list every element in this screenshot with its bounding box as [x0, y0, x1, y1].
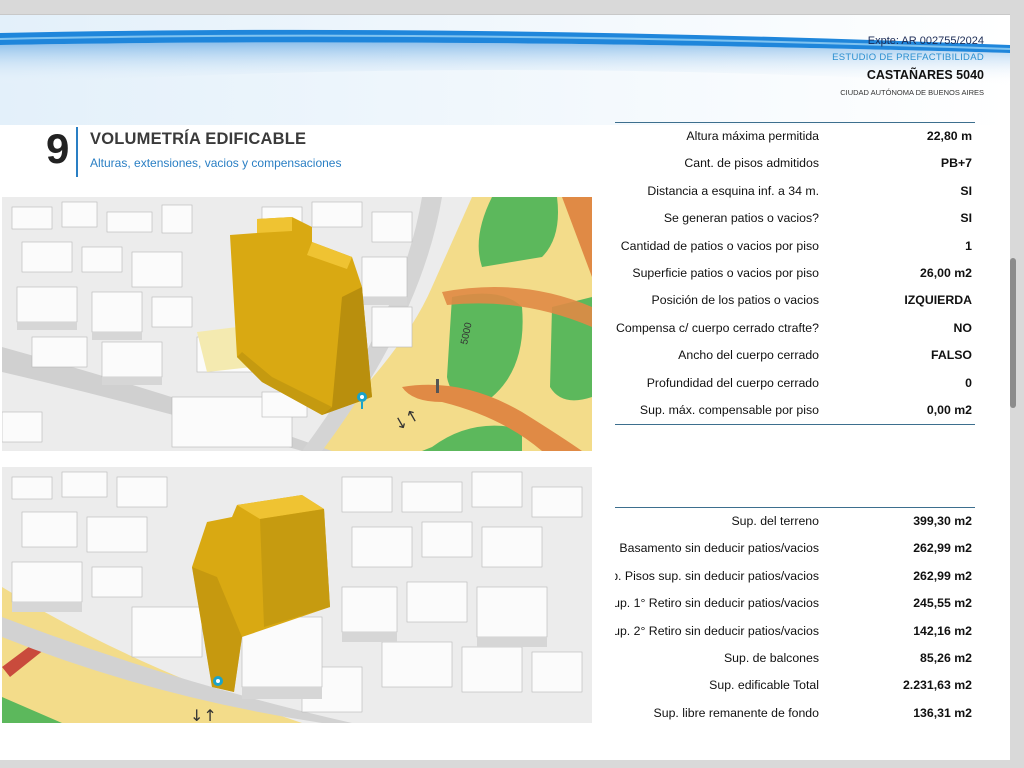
row-label: Altura máxima permitida [686, 129, 819, 143]
table-row: Se generan patios o vacios? SI [615, 205, 975, 232]
table-row: Profundidad del cuerpo cerrado 0 [615, 370, 975, 397]
row-value: PB+7 [940, 156, 972, 171]
property-address: CASTAÑARES 5040 [866, 68, 984, 82]
row-value: 0 [965, 375, 972, 390]
table-row: Cantidad de patios o vacios por piso 1 [615, 233, 975, 260]
row-value: IZQUIERDA [904, 293, 972, 308]
city-label: CIUDAD AUTÓNOMA DE BUENOS AIRES [840, 88, 984, 97]
row-label: Cantidad de patios o vacios por piso [620, 238, 819, 253]
row-label: Compensa c/ cuerpo cerrado ctrafte? [615, 320, 819, 335]
table-row: Ancho del cuerpo cerrado FALSO [615, 342, 975, 369]
row-value: FALSO [931, 348, 972, 363]
row-label: Sup. máx. compensable por piso [639, 402, 819, 417]
row-label: Superficie patios o vacios por piso [632, 265, 819, 280]
section-divider [76, 127, 78, 177]
table-row: Superficie patios o vacios por piso 26,00… [615, 260, 975, 287]
table-row: Altura máxima permitida 22,80 m [615, 123, 975, 150]
row-label: Profundidad del cuerpo cerrado [646, 375, 819, 390]
scrollbar-thumb[interactable] [1010, 258, 1016, 408]
section-number: 9 [46, 125, 70, 172]
row-value: SI [960, 211, 972, 226]
row-value: 85,26 m2 [920, 650, 972, 665]
row-label: Cant. de pisos admitidos [684, 156, 819, 171]
table-row: Cant. de pisos admitidos PB+7 [615, 150, 975, 177]
table-row: ıp. Basamento sin deducir patios/vacios 2… [615, 535, 975, 562]
table-row: Sup. 1° Retiro sin deducir patios/vacios… [615, 590, 975, 617]
row-value: 0,00 m2 [926, 402, 972, 417]
section-title: VOLUMETRÍA EDIFICABLE [90, 130, 307, 148]
row-value: NO [953, 320, 972, 335]
table-row: Sup. máx. compensable por piso 0,00 m2 [615, 397, 975, 424]
document-page: Expte: AR 002755/2024 ESTUDIO DE PREFACT… [0, 14, 1010, 760]
table-row: Sup. de balcones 85,26 m2 [615, 645, 975, 672]
table-rows: Sup. del terreno 399,30 m2 ıp. Basamento s… [615, 508, 975, 727]
row-label: Sup. edificable Total [709, 678, 819, 693]
volumetry-map-bottom: ↓↑ [2, 467, 592, 723]
row-label: ıp. Basamento sin deducir patios/vacios [615, 541, 819, 556]
row-value: SI [960, 183, 972, 198]
row-label: up. Pisos sup. sin deducir patios/vacios [615, 568, 819, 583]
section-subtitle: Alturas, extensiones, vacios y compensac… [90, 156, 342, 170]
table-row: Sup. del terreno 399,30 m2 [615, 508, 975, 535]
row-value: 245,55 m2 [913, 596, 972, 611]
table-bottom-rule [615, 424, 975, 426]
row-value: 142,16 m2 [913, 623, 972, 638]
volumetry-map-top: 5000 ↓↑ [2, 197, 592, 451]
area-parameters-table: Sup. del terreno 399,30 m2 ıp. Basamento s… [615, 507, 975, 737]
table-row: Sup. 2° Retiro sin deducir patios/vacios… [615, 618, 975, 645]
row-value: 26,00 m2 [920, 265, 972, 280]
table-row: Sup. edificable Total 2.231,63 m2 [615, 672, 975, 699]
row-label: Sup. de balcones [723, 650, 819, 665]
direction-arrows-icon: ↓↑ [190, 706, 217, 723]
row-label: Sup. 1° Retiro sin deducir patios/vacios [615, 596, 819, 611]
row-value: 399,30 m2 [913, 514, 972, 528]
header-info: Expte: AR 002755/2024 ESTUDIO DE PREFACT… [832, 35, 984, 98]
row-value: 2.231,63 m2 [902, 678, 972, 693]
row-value: 262,99 m2 [913, 541, 972, 556]
study-label: ESTUDIO DE PREFACTIBILIDAD [832, 52, 984, 63]
row-label: Distancia a esquina inf. a 34 m. [647, 183, 819, 198]
row-label: Sup. libre remanente de fondo [653, 705, 819, 720]
row-label: Ancho del cuerpo cerrado [678, 348, 819, 363]
row-value: 1 [965, 238, 972, 253]
row-value: 22,80 m [926, 129, 972, 143]
height-parameters-table: Altura máxima permitida 22,80 m Cant. de p… [615, 122, 975, 426]
table-row: up. Pisos sup. sin deducir patios/vacios… [615, 563, 975, 590]
row-value: 136,31 m2 [913, 705, 972, 720]
table-row: Sup. libre remanente de fondo 136,31 m2 [615, 700, 975, 727]
table-row: Distancia a esquina inf. a 34 m. SI [615, 178, 975, 205]
row-label: Sup. 2° Retiro sin deducir patios/vacios [615, 623, 819, 638]
table-row: Compensa c/ cuerpo cerrado ctrafte? NO [615, 315, 975, 342]
table-row: Posición de los patios o vacios IZQUIERDA [615, 287, 975, 314]
row-value: 262,99 m2 [913, 568, 972, 583]
header-band: Expte: AR 002755/2024 ESTUDIO DE PREFACT… [0, 15, 1010, 125]
expediente-number: Expte: AR 002755/2024 [867, 35, 984, 47]
row-label: Posición de los patios o vacios [651, 293, 819, 308]
row-label: Se generan patios o vacios? [663, 211, 819, 226]
table-rows: Altura máxima permitida 22,80 m Cant. de p… [615, 123, 975, 424]
row-label: Sup. del terreno [731, 514, 819, 528]
